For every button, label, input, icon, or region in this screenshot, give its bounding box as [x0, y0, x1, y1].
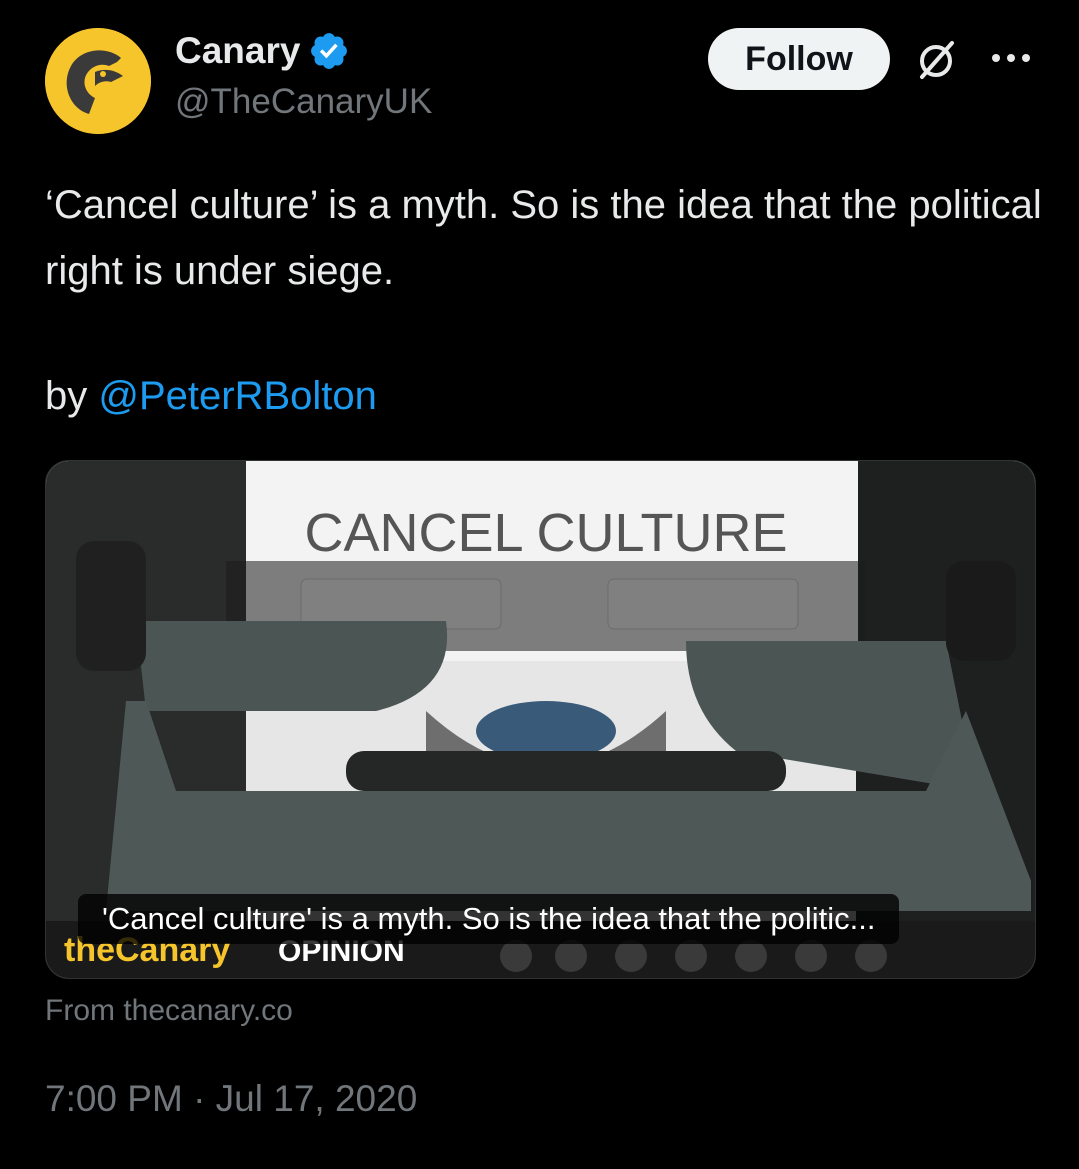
- tweet-timestamp[interactable]: 7:00 PM · Jul 17, 2020: [45, 1078, 417, 1120]
- card-image-headline: CANCEL CULTURE: [304, 503, 787, 563]
- follow-button[interactable]: Follow: [708, 28, 890, 90]
- author-name-row[interactable]: Canary: [175, 30, 350, 72]
- more-horizontal-icon[interactable]: [988, 50, 1034, 66]
- author-name[interactable]: Canary: [175, 30, 300, 72]
- grok-slash-icon[interactable]: [914, 37, 960, 83]
- avatar[interactable]: [45, 28, 151, 134]
- byline-prefix: by: [45, 374, 99, 418]
- tweet-byline: by @PeterRBolton: [45, 368, 377, 424]
- author-handle[interactable]: @TheCanaryUK: [175, 82, 432, 122]
- card-source[interactable]: From thecanary.co: [45, 994, 293, 1028]
- canary-logo-icon: [45, 28, 151, 134]
- mention-link[interactable]: @PeterRBolton: [98, 374, 377, 418]
- verified-badge-icon: [311, 33, 348, 69]
- card-caption: 'Cancel culture' is a myth. So is the id…: [78, 894, 900, 944]
- link-card[interactable]: CANCEL CULTURE theCanary OPINION 'Cancel…: [45, 460, 1036, 979]
- tweet-text: ‘Cancel culture’ is a myth. So is the id…: [45, 183, 1042, 293]
